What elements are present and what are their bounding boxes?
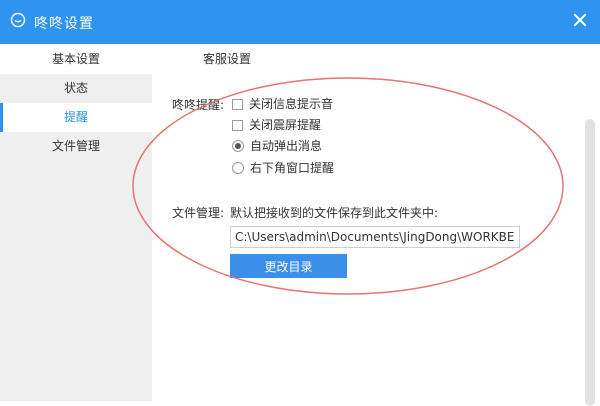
tab-basic-settings[interactable]: 基本设置 (0, 44, 152, 75)
sidebar-item-label: 提醒 (63, 110, 88, 124)
tab-service-settings[interactable]: 客服设置 (152, 44, 302, 74)
auto-popup-radio[interactable] (232, 140, 244, 152)
close-shake-label: 关闭震屏提醒 (249, 118, 322, 132)
change-directory-button[interactable]: 更改目录 (230, 254, 347, 278)
close-shake-option[interactable]: 关闭震屏提醒 (232, 116, 321, 134)
sidebar-item-reminder[interactable]: 提醒 (0, 103, 152, 132)
sidebar-item-label: 文件管理 (51, 139, 100, 153)
settings-tabs: 基本设置 客服设置 (0, 44, 600, 75)
reminder-label: 咚咚提醒: (172, 98, 225, 112)
close-icon[interactable] (570, 10, 590, 30)
settings-content: 咚咚提醒: 关闭信息提示音 关闭震屏提醒 自动弹出消息 右下角窗口提醒 文件管理… (152, 74, 600, 401)
file-management-label: 文件管理: (172, 206, 225, 220)
scrollbar-thumb[interactable] (585, 119, 595, 406)
corner-popup-label: 右下角窗口提醒 (250, 161, 335, 175)
corner-popup-radio[interactable] (232, 162, 244, 174)
auto-popup-label: 自动弹出消息 (250, 139, 323, 153)
scrollbar[interactable] (584, 75, 598, 406)
file-save-description: 默认把接收到的文件保存到此文件夹中: (230, 206, 439, 220)
sidebar-item-label: 状态 (63, 81, 88, 95)
sidebar: 状态 提醒 文件管理 (0, 74, 152, 401)
sidebar-item-file-management[interactable]: 文件管理 (0, 132, 152, 161)
close-shake-checkbox[interactable] (232, 119, 243, 131)
close-info-sound-label: 关闭信息提示音 (249, 97, 334, 111)
auto-popup-option[interactable]: 自动弹出消息 (232, 137, 322, 155)
save-path-input[interactable] (230, 226, 520, 248)
close-info-sound-option[interactable]: 关闭信息提示音 (232, 95, 333, 113)
corner-popup-option[interactable]: 右下角窗口提醒 (232, 159, 334, 177)
chat-bubble-icon (10, 12, 26, 28)
title-bar: 咚咚设置 (0, 0, 600, 44)
sidebar-item-status[interactable]: 状态 (0, 74, 152, 103)
window-title: 咚咚设置 (34, 16, 94, 32)
close-info-sound-checkbox[interactable] (232, 98, 243, 110)
